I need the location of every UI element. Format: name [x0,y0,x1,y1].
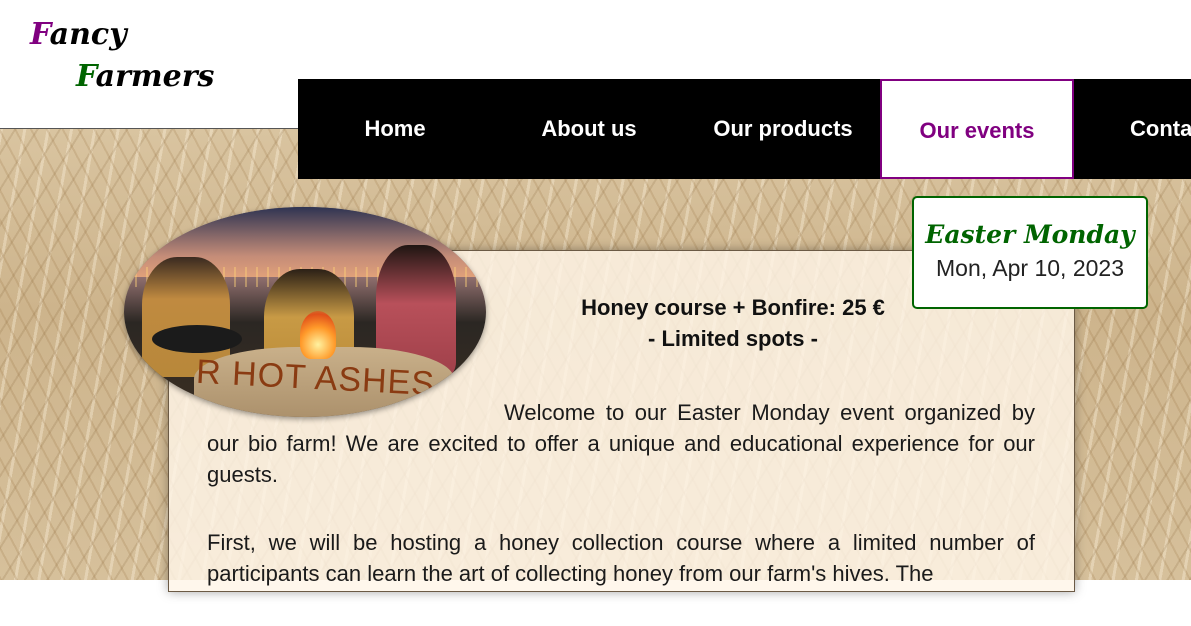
nav-our-events[interactable]: Our events [880,79,1074,179]
logo-cap-f2: F [76,59,96,94]
logo-line-fancy: Fancy [30,14,214,56]
logo-line-farmers: Farmers [30,56,214,98]
nav-about-us[interactable]: About us [492,79,686,179]
paragraph-welcome: Welcome to our Easter Monday event organ… [207,400,1035,487]
event-name: Easter Monday [925,220,1135,249]
logo-cap-f: F [30,17,50,52]
photo-fire [300,311,336,359]
logo-text-armers: armers [95,59,215,94]
main-nav: Home About us Our products Our events Co… [298,79,1191,179]
event-date: Mon, Apr 10, 2023 [936,255,1124,281]
bonfire-photo: R HOT ASHES [124,207,486,417]
event-description: Welcome to our Easter Monday event organ… [207,397,1035,626]
nav-contact[interactable]: Contact [1074,79,1191,179]
event-headline: Honey course + Bonfire: 25 € - Limited s… [500,292,966,354]
site-logo[interactable]: Fancy Farmers [30,14,214,98]
paragraph-honey-course: First, we will be hosting a honey collec… [207,530,1035,586]
nav-home[interactable]: Home [298,79,492,179]
headline-limited: - Limited spots - [648,326,818,351]
nav-our-products[interactable]: Our products [686,79,880,179]
photo-guitar [152,325,242,353]
headline-price: Honey course + Bonfire: 25 € [581,295,885,320]
logo-text-ancy: ancy [49,17,127,52]
